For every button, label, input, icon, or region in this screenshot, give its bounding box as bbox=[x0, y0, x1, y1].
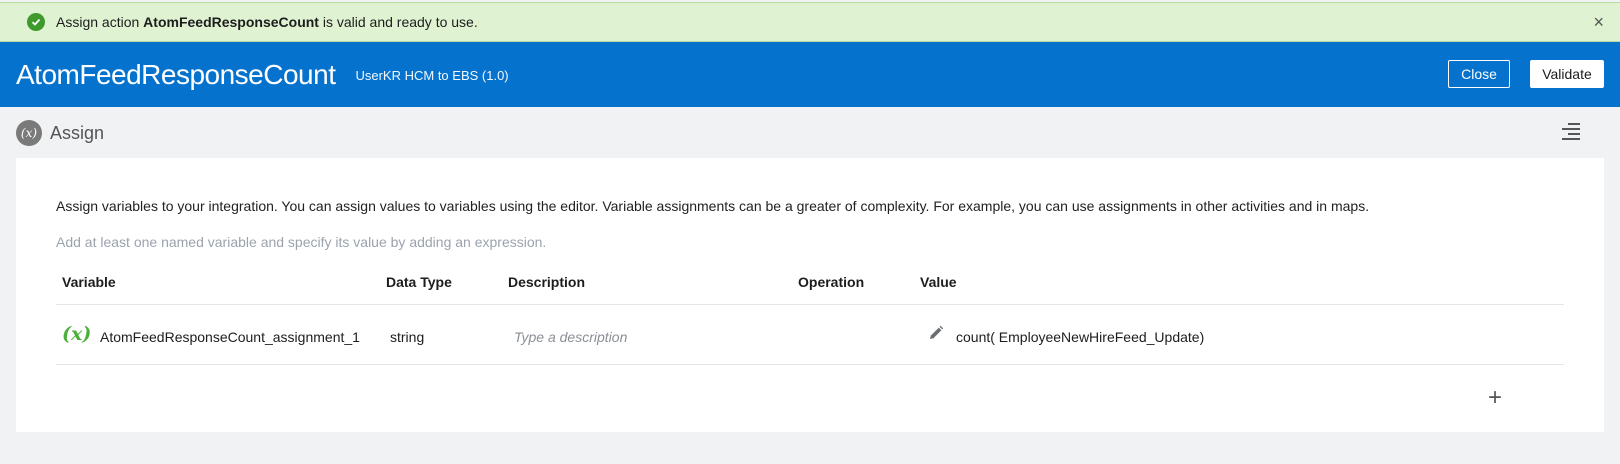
banner-action-name: AtomFeedResponseCount bbox=[143, 14, 319, 30]
close-button[interactable]: Close bbox=[1448, 60, 1510, 88]
success-banner: Assign action AtomFeedResponseCount is v… bbox=[0, 2, 1620, 42]
section-title: Assign bbox=[50, 122, 105, 143]
page-header: AtomFeedResponseCount UserKR HCM to EBS … bbox=[0, 42, 1620, 107]
assign-variable-icon: (x) bbox=[16, 120, 42, 146]
variable-name[interactable]: AtomFeedResponseCount_assignment_1 bbox=[100, 329, 360, 345]
banner-suffix: is valid and ready to use. bbox=[322, 14, 478, 30]
list-menu-icon[interactable] bbox=[1562, 123, 1580, 143]
assign-hint: Add at least one named variable and spec… bbox=[56, 234, 547, 250]
row-divider bbox=[56, 364, 1564, 365]
check-circle-icon bbox=[27, 13, 45, 31]
description-input[interactable] bbox=[514, 324, 774, 350]
banner-prefix: Assign action bbox=[56, 14, 140, 30]
column-header-data-type: Data Type bbox=[386, 274, 452, 290]
edit-pencil-icon[interactable] bbox=[928, 325, 944, 346]
banner-close-icon[interactable]: × bbox=[1593, 13, 1604, 31]
integration-subtitle: UserKR HCM to EBS (1.0) bbox=[355, 68, 509, 83]
section-header: (x) Assign bbox=[16, 120, 104, 146]
data-type[interactable]: string bbox=[390, 329, 424, 345]
validate-button[interactable]: Validate bbox=[1530, 60, 1604, 88]
column-header-variable: Variable bbox=[62, 274, 116, 290]
column-header-value: Value bbox=[920, 274, 957, 290]
assign-description: Assign variables to your integration. Yo… bbox=[56, 198, 1370, 214]
column-header-description: Description bbox=[508, 274, 586, 290]
value-expression[interactable]: count( EmployeeNewHireFeed_Update) bbox=[956, 329, 1204, 345]
add-row-icon[interactable]: + bbox=[1488, 386, 1502, 410]
page-title: AtomFeedResponseCount bbox=[16, 58, 336, 90]
column-header-operation: Operation bbox=[798, 274, 865, 290]
variable-icon: (x) bbox=[62, 323, 92, 345]
header-divider bbox=[56, 304, 1564, 305]
banner-message: Assign action AtomFeedResponseCount is v… bbox=[56, 14, 478, 30]
assign-card: Assign variables to your integration. Yo… bbox=[16, 158, 1604, 432]
